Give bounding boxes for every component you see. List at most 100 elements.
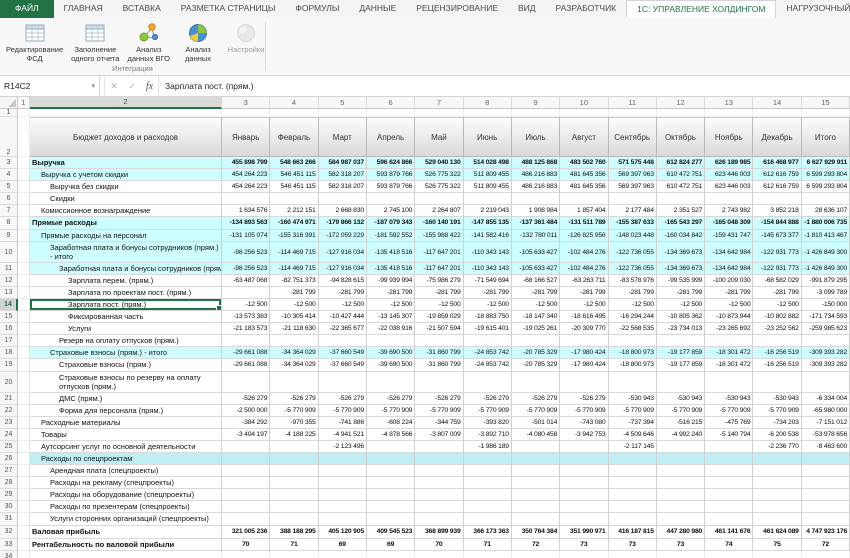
cell[interactable]: 388 188 295 — [270, 526, 318, 539]
cell[interactable]: -10 873 944 — [705, 311, 753, 323]
row-number[interactable]: 5 — [0, 181, 18, 193]
cell[interactable] — [464, 551, 512, 558]
row-number[interactable]: 30 — [0, 501, 18, 513]
ribbon-tab[interactable]: РЕЦЕНЗИРОВАНИЕ — [406, 0, 508, 18]
cell[interactable]: -281 799 — [560, 287, 608, 299]
cell[interactable] — [18, 551, 30, 558]
cell[interactable]: 447 280 980 — [657, 526, 705, 539]
cell[interactable]: -6 334 004 — [802, 393, 850, 405]
cell[interactable]: -309 393 282 — [802, 359, 850, 371]
cell[interactable]: -526 279 — [222, 393, 270, 405]
cell[interactable]: -18 800 973 — [609, 347, 657, 359]
cell[interactable]: -737 394 — [609, 417, 657, 429]
cell[interactable] — [560, 501, 608, 513]
cell[interactable]: -5 770 909 — [270, 405, 318, 417]
cell[interactable]: -155 316 391 — [270, 230, 318, 242]
ribbon-tab[interactable]: ВСТАВКА — [113, 0, 171, 18]
cell[interactable] — [415, 551, 463, 558]
cell[interactable] — [753, 551, 801, 558]
cell[interactable] — [560, 441, 608, 453]
cell[interactable]: -94 828 615 — [319, 275, 367, 287]
row-label-cell[interactable]: Фиксированная часть — [30, 311, 222, 323]
row-number[interactable]: 9 — [0, 230, 18, 242]
cell[interactable] — [222, 501, 270, 513]
cell[interactable] — [464, 465, 512, 477]
cell[interactable] — [18, 539, 30, 551]
cell[interactable] — [560, 193, 608, 205]
cell[interactable]: 1 908 984 — [512, 205, 560, 217]
row-number[interactable]: 3 — [0, 157, 18, 169]
row-number[interactable]: 31 — [0, 513, 18, 525]
row-label-cell[interactable]: Расходные материалы — [30, 417, 222, 429]
cell[interactable] — [705, 551, 753, 558]
cell[interactable]: 511 809 455 — [464, 181, 512, 193]
cell[interactable] — [705, 477, 753, 489]
cell[interactable] — [18, 193, 30, 205]
cell[interactable] — [753, 109, 801, 117]
cell[interactable]: -530 943 — [657, 393, 705, 405]
cell[interactable]: -141 582 416 — [464, 230, 512, 242]
cell[interactable] — [753, 335, 801, 347]
cell[interactable] — [18, 323, 30, 335]
cell[interactable]: 582 318 207 — [319, 181, 367, 193]
cell[interactable]: -4 188 225 — [270, 429, 318, 441]
ribbon-tab[interactable]: ДАННЫЕ — [349, 0, 406, 18]
cell[interactable]: 4 747 923 176 — [802, 526, 850, 539]
cell[interactable]: -2 117 145 — [609, 441, 657, 453]
cell[interactable]: 529 040 130 — [415, 157, 463, 169]
column-header[interactable]: 9 — [512, 97, 560, 109]
cell[interactable] — [367, 109, 415, 117]
cell[interactable]: -68 166 527 — [512, 275, 560, 287]
cell[interactable]: -5 770 909 — [415, 405, 463, 417]
cell[interactable] — [705, 372, 753, 393]
row-number[interactable]: 14 — [0, 299, 18, 311]
cell[interactable] — [609, 551, 657, 558]
cell[interactable]: -3 404 197 — [222, 429, 270, 441]
cell[interactable] — [222, 372, 270, 393]
row-label-cell[interactable]: Расходы на оборудование (спецпроекты) — [30, 489, 222, 501]
row-label-cell[interactable]: Форма для персонала (прям.) — [30, 405, 222, 417]
cell[interactable]: -259 985 623 — [802, 323, 850, 335]
cell[interactable]: -743 080 — [560, 417, 608, 429]
cell[interactable]: -526 279 — [512, 393, 560, 405]
cell[interactable]: -530 943 — [753, 393, 801, 405]
cell[interactable]: 2 351 527 — [657, 205, 705, 217]
cancel-icon[interactable]: ✕ — [105, 76, 123, 96]
cell[interactable] — [705, 453, 753, 465]
row-label-cell[interactable]: Зарплата по проектам пост. (прям.) — [30, 287, 222, 299]
cell[interactable] — [18, 181, 30, 193]
cell[interactable] — [657, 335, 705, 347]
row-number[interactable]: 33 — [0, 539, 18, 551]
cell[interactable]: -122 931 773 — [753, 242, 801, 263]
cell[interactable] — [18, 501, 30, 513]
cell[interactable] — [705, 501, 753, 513]
cell[interactable]: -122 736 055 — [609, 263, 657, 275]
row-label-cell[interactable]: Валовая прибыль — [30, 526, 222, 539]
cell[interactable]: -18 883 750 — [464, 311, 512, 323]
cell[interactable]: -3 099 789 — [802, 287, 850, 299]
cell[interactable]: -4 080 458 — [512, 429, 560, 441]
cell[interactable]: -75 986 279 — [415, 275, 463, 287]
cell[interactable] — [18, 347, 30, 359]
cell[interactable]: 2 668 830 — [319, 205, 367, 217]
cell[interactable]: 486 216 883 — [512, 181, 560, 193]
cell[interactable]: -20 309 770 — [560, 323, 608, 335]
cell[interactable] — [222, 465, 270, 477]
cell[interactable] — [270, 501, 318, 513]
cell[interactable]: -117 647 201 — [415, 263, 463, 275]
cell[interactable]: -10 805 362 — [657, 311, 705, 323]
cell[interactable] — [270, 335, 318, 347]
cell[interactable]: -181 592 552 — [367, 230, 415, 242]
cell[interactable]: -2 500 000 — [222, 405, 270, 417]
cell[interactable]: -1 426 849 300 — [802, 242, 850, 263]
cell[interactable] — [18, 157, 30, 169]
cell[interactable]: 6 599 293 804 — [802, 169, 850, 181]
cell[interactable]: -16 294 244 — [609, 311, 657, 323]
row-label-cell[interactable]: Страховые взносы по резерву на оплату от… — [30, 372, 222, 393]
cell[interactable] — [464, 477, 512, 489]
cell[interactable] — [222, 551, 270, 558]
cell[interactable] — [464, 453, 512, 465]
cell[interactable]: -1 986 189 — [464, 441, 512, 453]
cell[interactable]: -82 751 373 — [270, 275, 318, 287]
cell[interactable]: 486 216 883 — [512, 169, 560, 181]
